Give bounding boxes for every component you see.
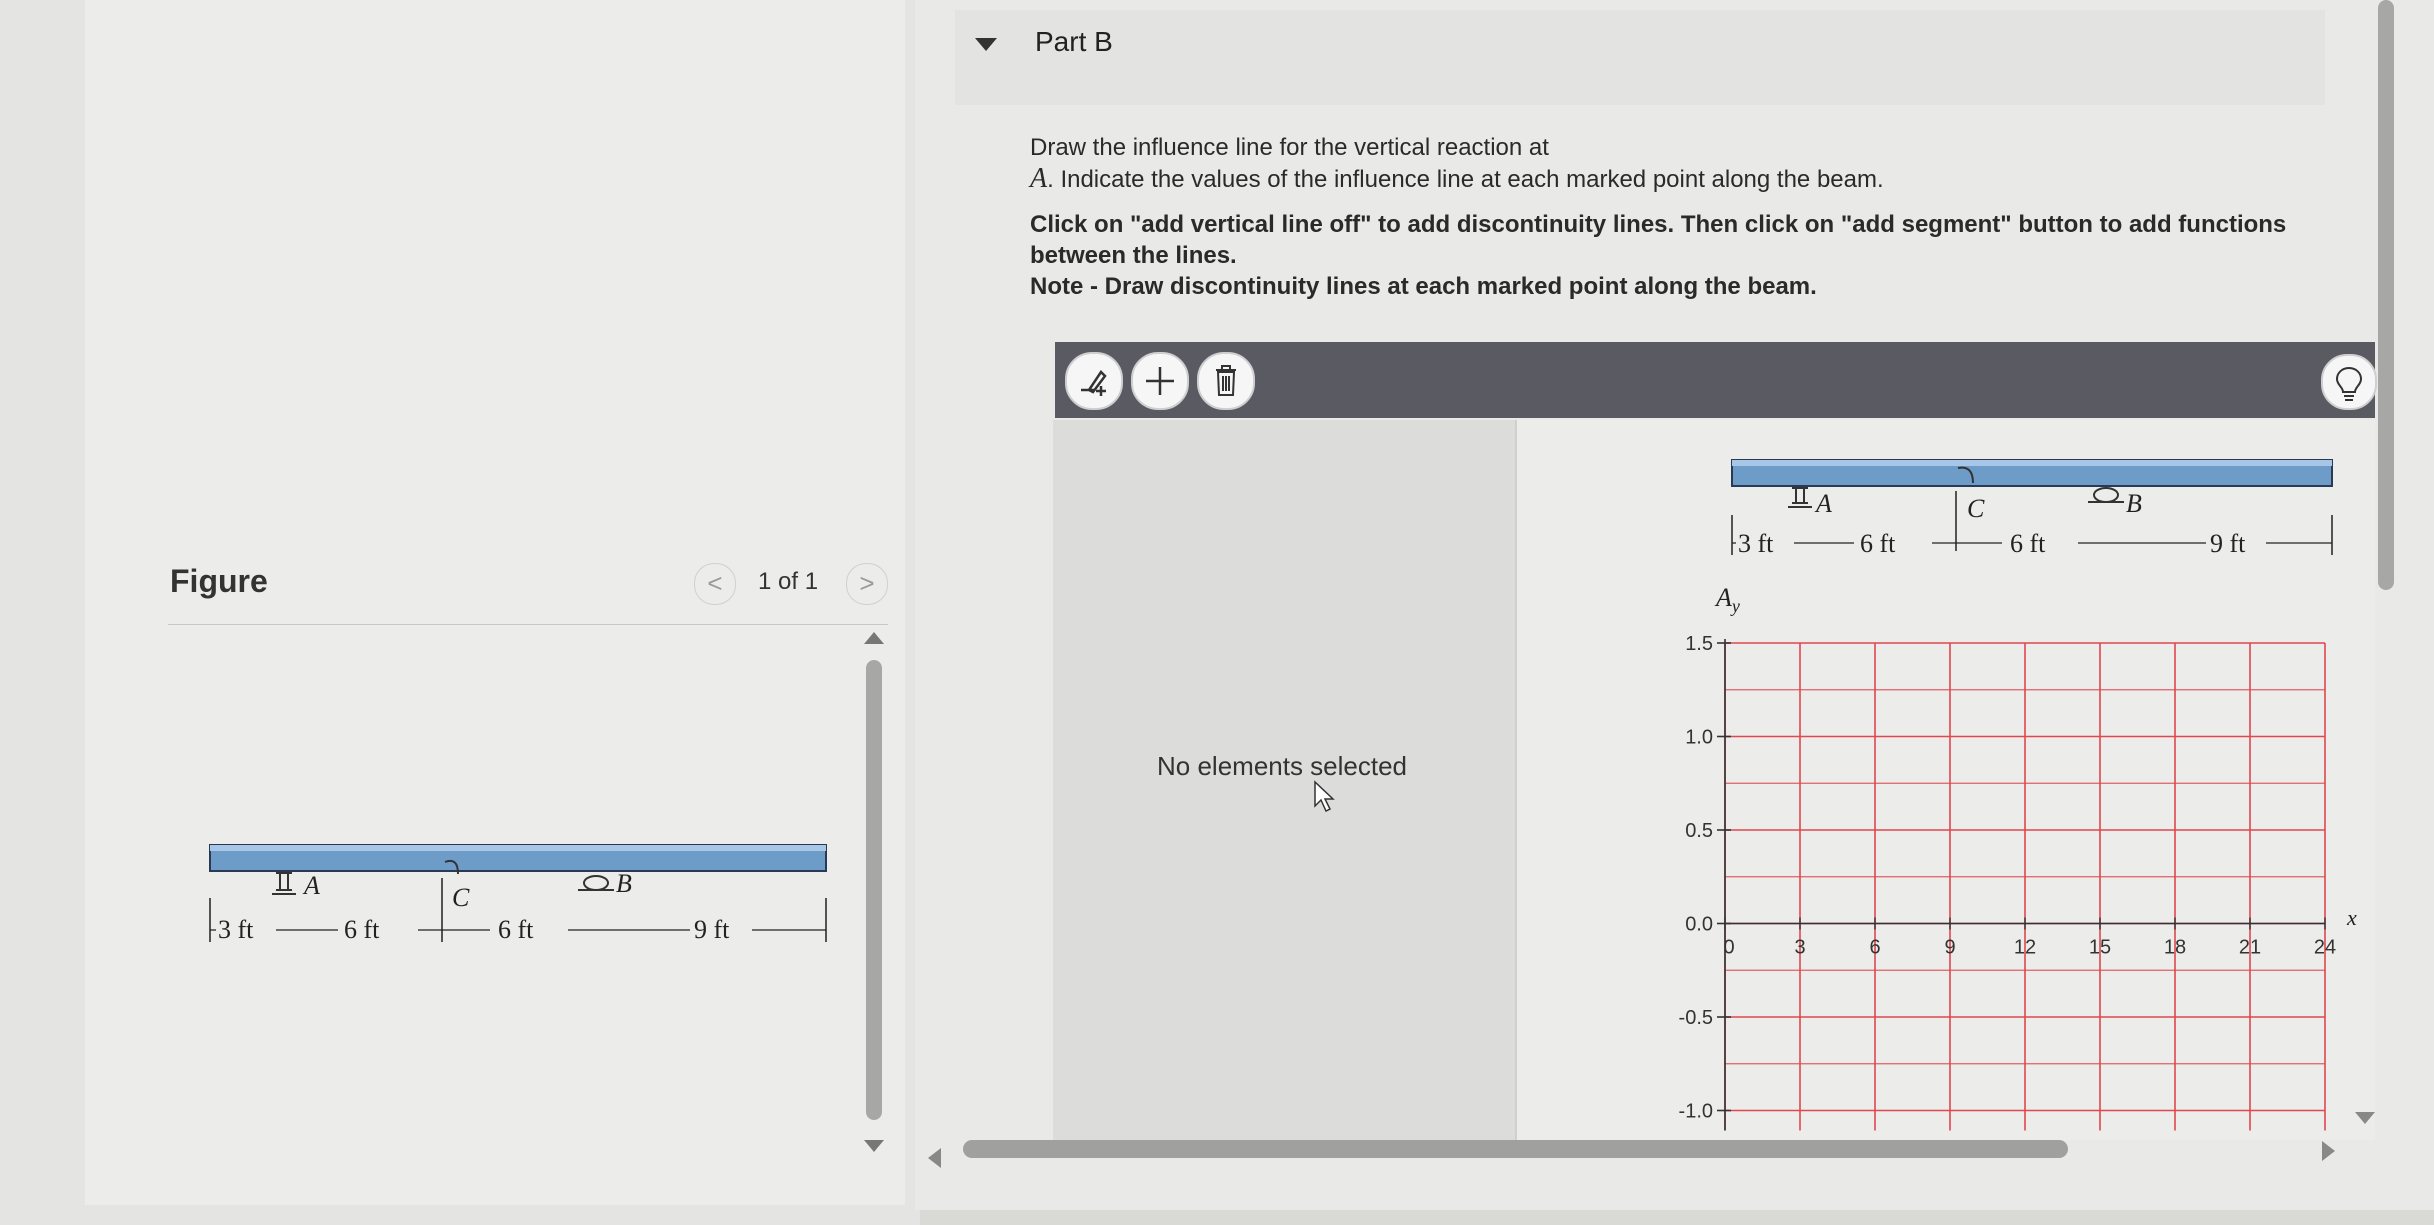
- y-tick-labels: 1.5 1.0 0.5 0.0 -0.5 -1.0: [1679, 633, 1713, 1123]
- add-segment-button[interactable]: [1131, 352, 1189, 410]
- canvas-dim-label-2: 6 ft: [1860, 529, 1896, 558]
- x-tick-label: 12: [2014, 937, 2036, 959]
- y-tick-label: -1.0: [1679, 1101, 1713, 1123]
- figure-page-count: 1 of 1: [758, 568, 819, 595]
- hint-button[interactable]: [2321, 354, 2377, 410]
- x-tick-label: 21: [2239, 937, 2261, 959]
- x-tick-label: 18: [2164, 937, 2186, 959]
- influence-line-graph[interactable]: Ay 1.5 1.0 0.5 0.0 -0.5 -1.0 0 3 6 9 12 15 18 21 24 x: [1650, 570, 2380, 1140]
- canvas-support-b-icon: [2088, 487, 2124, 503]
- x-tick-label: 24: [2314, 937, 2336, 959]
- canvas-scroll-right[interactable]: [2322, 1141, 2335, 1161]
- y-tick-label: -0.5: [1679, 1007, 1713, 1029]
- instruction-line: Click on "add vertical line off" to add …: [1030, 211, 2287, 269]
- canvas-dim-label-4: 9 ft: [2210, 529, 2246, 558]
- reaction-symbol: A: [1030, 163, 1048, 194]
- y-tick-label: 0.0: [1685, 914, 1713, 936]
- dim-label-3: 6 ft: [498, 915, 534, 944]
- note-line: Note - Draw discontinuity lines at each …: [1030, 273, 1817, 300]
- dim-label-4: 9 ft: [694, 915, 730, 944]
- part-header[interactable]: [955, 10, 2325, 105]
- canvas-scroll-left[interactable]: [928, 1148, 941, 1168]
- x-axis-label: x: [2346, 905, 2357, 930]
- support-a-label: A: [302, 871, 320, 900]
- y-tick-label: 1.0: [1685, 727, 1713, 749]
- no-selection-text: No elements selected: [1157, 751, 1408, 781]
- support-a-icon: [272, 872, 296, 895]
- x-tick-label: 9: [1944, 937, 1955, 959]
- question-prompt: Draw the influence line for the vertical…: [1030, 132, 2350, 302]
- figure-panel-inner: [85, 0, 905, 1205]
- part-title: Part B: [1035, 26, 1113, 57]
- canvas-scroll-down[interactable]: [2355, 1112, 2375, 1124]
- prompt-line-1: Draw the influence line for the vertical…: [1030, 134, 1549, 161]
- delete-button[interactable]: [1197, 352, 1255, 410]
- graph-grid: [1724, 642, 2326, 1131]
- figure-scroll-down[interactable]: [864, 1140, 884, 1152]
- figure-scroll-up[interactable]: [864, 632, 884, 644]
- add-segment-icon: [1146, 367, 1174, 395]
- support-b-label: B: [616, 869, 632, 898]
- prompt-line-2: A. Indicate the values of the influence …: [1030, 163, 2350, 195]
- x-tick-labels: 0 3 6 9 12 15 18 21 24: [1723, 937, 2336, 959]
- dim-label-2: 6 ft: [344, 915, 380, 944]
- y-tick-label: 1.5: [1685, 633, 1713, 655]
- x-tick-label: 3: [1794, 937, 1805, 959]
- y-tick-label: 0.5: [1685, 820, 1713, 842]
- figure-title: Figure: [170, 563, 268, 599]
- canvas-horizontal-scrollbar[interactable]: [963, 1140, 2068, 1158]
- prev-figure-button[interactable]: <: [694, 563, 736, 605]
- trash-icon: [1216, 365, 1236, 396]
- add-vertical-line-icon: [1081, 370, 1107, 396]
- canvas-dim-label-3: 6 ft: [2010, 529, 2046, 558]
- x-tick-label: 6: [1869, 937, 1880, 959]
- figure-divider: [168, 624, 888, 625]
- x-tick-label: 15: [2089, 937, 2111, 959]
- prompt-line-2-text: . Indicate the values of the influence l…: [1047, 166, 1884, 193]
- support-b-icon: [578, 875, 614, 891]
- dim-label-1: 3 ft: [218, 915, 254, 944]
- page-scrollbar[interactable]: [2378, 0, 2394, 590]
- lightbulb-icon: [2335, 366, 2363, 401]
- graph-axes: [1717, 639, 2326, 1131]
- beam-highlight: [210, 845, 826, 851]
- figure-beam-diagram: A C B 3 ft 6 ft 6 ft 9 ft: [209, 844, 827, 944]
- canvas-beam-diagram: A C B 3 ft 6 ft 6 ft 9 ft: [1731, 459, 2333, 558]
- add-vertical-line-button[interactable]: [1065, 352, 1123, 410]
- hinge-c-label: C: [452, 883, 470, 912]
- canvas-support-b-label: B: [2126, 489, 2142, 518]
- mouse-cursor-icon: [1314, 780, 1335, 813]
- canvas-hinge-c-label: C: [1967, 494, 1985, 523]
- canvas-dim-label-1: 3 ft: [1738, 529, 1774, 558]
- canvas-support-a-label: A: [1814, 489, 1832, 518]
- canvas-support-a-icon: [1788, 487, 1812, 508]
- next-figure-button[interactable]: >: [846, 563, 888, 605]
- figure-scrollbar[interactable]: [866, 660, 882, 1120]
- y-axis-label: Ay: [1714, 583, 1740, 616]
- x-tick-label: 0: [1723, 937, 1734, 959]
- collapse-caret-icon[interactable]: [975, 38, 997, 51]
